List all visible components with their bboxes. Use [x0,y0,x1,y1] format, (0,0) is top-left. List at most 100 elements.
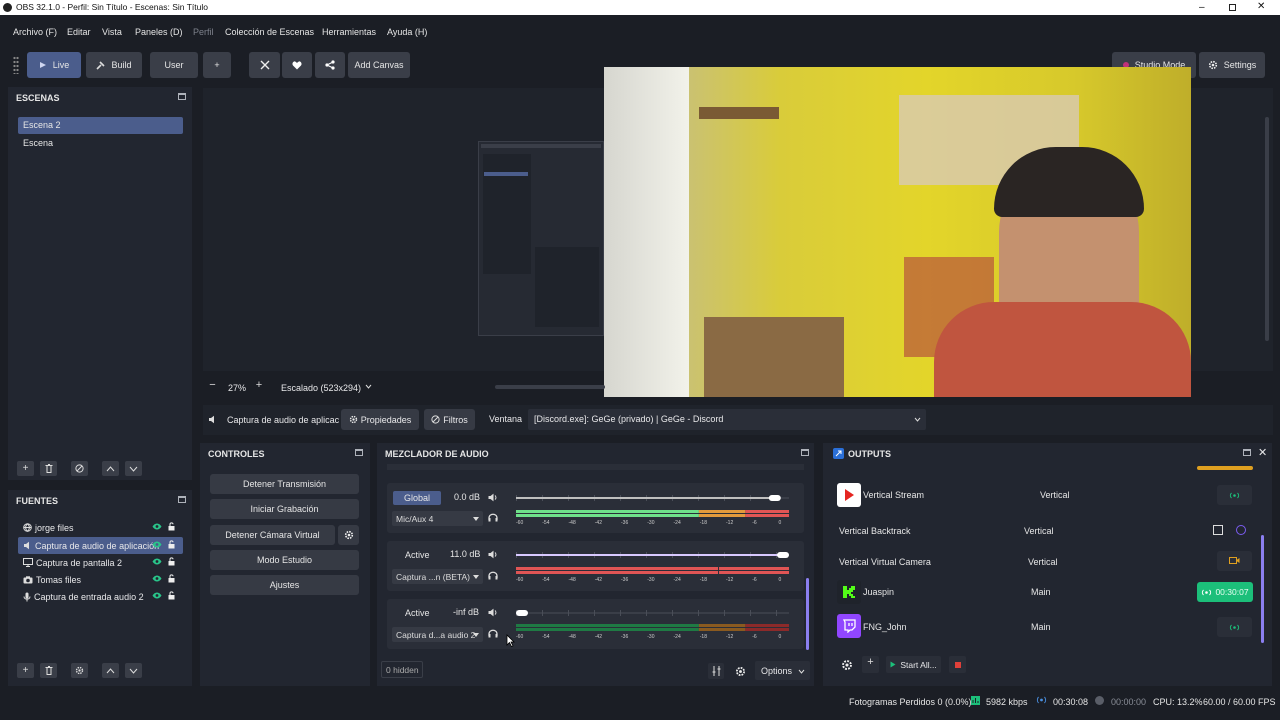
settings-button[interactable]: Settings [1199,52,1265,78]
stop-virtual-camera-button[interactable]: Detener Cámara Virtual [210,525,335,545]
speaker-icon[interactable] [488,550,498,559]
stop-streaming-button[interactable]: Detener Transmisión [210,474,359,494]
gear-icon[interactable] [838,656,855,673]
visibility-eye-icon[interactable] [152,541,162,548]
scene-item-escena-2[interactable]: Escena 2 [18,117,183,134]
scene-up-button[interactable] [102,461,119,476]
menu-herramientas[interactable]: Herramientas [322,27,376,37]
volume-slider[interactable] [516,609,789,617]
zoom-out-button[interactable]: − [203,379,222,395]
virtual-camera-settings-button[interactable] [338,525,359,545]
source-up-button[interactable] [102,663,119,678]
channel-tag[interactable]: Global [393,491,441,505]
volume-slider[interactable] [516,494,789,502]
virtual-camera-toggle-button[interactable] [1217,551,1252,571]
add-scene-button[interactable]: + [17,461,34,476]
output-live-button[interactable]: 00:30:07 [1197,582,1253,602]
lock-icon[interactable] [168,557,175,566]
add-source-button[interactable]: + [17,663,34,678]
scissors-button[interactable] [249,52,280,78]
lock-icon[interactable] [168,540,175,549]
menu-archivo[interactable]: Archivo (F) [13,27,57,37]
scene-filters-button[interactable] [71,461,88,476]
remove-scene-button[interactable] [40,461,57,476]
mixer-float-icon[interactable] [801,449,809,456]
preview-horizontal-scrollbar[interactable] [495,385,605,389]
menu-vista[interactable]: Vista [102,27,122,37]
mixer-scrollbar[interactable] [806,578,809,650]
channel-source-select[interactable]: Captura ...n (BETA) [392,569,483,584]
trash-icon [45,666,53,675]
scale-mode-dropdown[interactable]: Escalado (523x294) [275,379,378,395]
headphones-icon[interactable] [488,629,498,638]
menu-editar[interactable]: Editar [67,27,91,37]
visibility-eye-icon[interactable] [152,592,162,599]
add-output-button[interactable]: + [862,656,879,673]
add-mode-button[interactable]: + [203,52,231,78]
settings-control-button[interactable]: Ajustes [210,575,359,595]
headphones-icon[interactable] [488,513,498,522]
window-select[interactable]: [Discord.exe]: GeGe (privado) | GeGe - D… [528,409,926,430]
start-recording-button[interactable]: Iniciar Grabación [210,499,359,519]
share-button[interactable] [315,52,345,78]
add-canvas-button[interactable]: Add Canvas [348,52,410,78]
visibility-eye-icon[interactable] [152,575,162,582]
mixer-sliders-icon[interactable] [708,663,724,679]
filters-button[interactable]: Filtros [424,409,475,430]
output-row: Juaspin Main 00:30:07 [834,577,1254,607]
source-item[interactable]: Captura de entrada audio 2 [18,588,183,605]
volume-slider[interactable] [516,551,789,559]
source-item[interactable]: Captura de pantalla 2 [18,554,183,571]
lock-icon[interactable] [168,574,175,583]
sources-float-icon[interactable] [178,496,186,503]
remove-source-button[interactable] [40,663,57,678]
scene-item-escena[interactable]: Escena [18,135,183,152]
close-window-button[interactable]: ✕ [1257,1,1265,12]
speaker-icon[interactable] [488,608,498,617]
source-item[interactable]: Tomas files [18,571,183,588]
webcam-video-feed [604,67,1191,397]
preview-vertical-scrollbar[interactable] [1265,117,1269,341]
build-mode-button[interactable]: Build [86,52,142,78]
zoom-in-button[interactable]: + [251,379,267,395]
lock-icon[interactable] [168,591,175,600]
source-properties-button[interactable] [71,663,88,678]
channel-source-select[interactable]: Captura d...a audio 2 [392,627,483,642]
output-toggle-button[interactable] [1217,617,1252,637]
record-indicator-icon[interactable] [1236,525,1246,535]
source-down-button[interactable] [125,663,142,678]
heart-button[interactable] [282,52,312,78]
controls-float-icon[interactable] [355,449,363,456]
maximize-button[interactable] [1229,4,1236,11]
menu-coleccion-escenas[interactable]: Colección de Escenas [225,27,314,37]
headphones-icon[interactable] [488,571,498,580]
output-checkbox[interactable] [1213,525,1223,535]
start-all-button[interactable]: Start All... [886,656,941,673]
visibility-eye-icon[interactable] [152,558,162,565]
studio-mode-toggle-button[interactable]: Modo Estudio [210,550,359,570]
minimize-button[interactable]: – [1199,2,1205,13]
source-item[interactable]: jorge files [18,519,183,536]
output-toggle-button[interactable] [1217,485,1252,505]
toolbar-grip-icon[interactable] [13,56,19,74]
outputs-float-icon[interactable] [1243,449,1251,456]
scenes-float-icon[interactable] [178,93,186,100]
speaker-icon[interactable] [488,493,498,502]
menu-perfil[interactable]: Perfil [193,27,214,37]
visibility-eye-icon[interactable] [152,523,162,530]
scene-down-button[interactable] [125,461,142,476]
mixer-options-dropdown[interactable]: Options [755,661,810,680]
menu-ayuda[interactable]: Ayuda (H) [387,27,427,37]
stop-all-button[interactable] [949,656,966,673]
live-mode-button[interactable]: Live [27,52,81,78]
menu-paneles[interactable]: Paneles (D) [135,27,183,37]
hidden-count-badge[interactable]: 0 hidden [381,661,423,678]
properties-button[interactable]: Propiedades [341,409,419,430]
lock-icon[interactable] [168,522,175,531]
gear-icon[interactable] [732,663,748,679]
outputs-scrollbar[interactable] [1261,535,1264,643]
outputs-close-icon[interactable]: ✕ [1258,446,1267,459]
user-mode-button[interactable]: User [150,52,198,78]
channel-source-select[interactable]: Mic/Aux 4 [392,511,483,526]
source-item[interactable]: Captura de audio de aplicación [18,537,183,554]
